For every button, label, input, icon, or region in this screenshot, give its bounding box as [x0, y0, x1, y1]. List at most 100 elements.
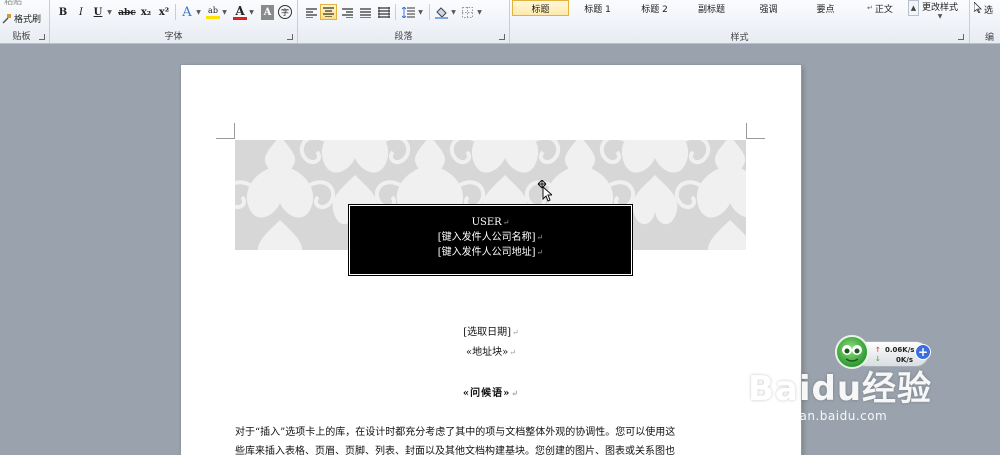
underline-dropdown[interactable]: ▼	[105, 5, 113, 20]
font-color-dropdown[interactable]: ▼	[247, 5, 255, 20]
plus-icon[interactable]: +	[915, 344, 931, 360]
style-emphasis[interactable]: 强调	[740, 0, 797, 16]
document-page[interactable]: USER↵ [键入发件人公司名称]↵ [键入发件人公司地址]↵ [选取日期]↵ …	[181, 65, 801, 455]
char-shading-button[interactable]: A	[261, 5, 274, 20]
ribbon: 粘贴 格式刷 贴板 B I U ▼ abc x₂ x² A ▼ ab ▼ A ▼…	[0, 0, 1000, 44]
select-label: 选	[984, 5, 994, 16]
align-right-icon	[342, 7, 353, 18]
select-button[interactable]: 选	[973, 1, 994, 16]
address-block-field[interactable]: «地址块»	[466, 347, 508, 358]
subscript-button[interactable]: x₂	[138, 5, 154, 20]
company-address-line: [键入发件人公司地址]↵	[350, 245, 631, 260]
italic-button[interactable]: I	[74, 5, 88, 20]
body-line: 些库来插入表格、页眉、页脚、列表、封面以及其他文档构建基块。您创建的图片、图表或…	[235, 446, 675, 455]
underline-button[interactable]: U	[92, 5, 104, 20]
company-address-placeholder[interactable]: [键入发件人公司地址]	[438, 247, 536, 258]
style-normal[interactable]: ↵ 正文	[854, 0, 906, 16]
style-normal-label: 正文	[874, 4, 893, 15]
baidu-jingyan-logo: Baidu经验	[748, 369, 933, 409]
paragraph-mark: ↵	[509, 348, 516, 357]
text-effects-dropdown[interactable]: ▼	[194, 5, 202, 20]
chevron-down-icon: ▼	[418, 9, 423, 16]
distributed-button[interactable]	[376, 5, 391, 20]
crop-mark	[746, 123, 765, 139]
font-color-button[interactable]: A	[233, 4, 247, 20]
borders-icon	[462, 7, 473, 18]
paragraph-group: ▼ ▼ ▼ 段落	[298, 0, 510, 43]
divider	[175, 4, 176, 20]
line-spacing-icon	[401, 7, 415, 18]
chevron-down-icon: ▼	[249, 9, 254, 16]
sender-name-line: USER↵	[350, 215, 631, 230]
align-center-icon	[323, 7, 334, 17]
highlight-dropdown[interactable]: ▼	[220, 5, 228, 20]
text-effects-button[interactable]: A	[180, 5, 194, 20]
line-spacing-dropdown[interactable]: ▼	[416, 5, 424, 20]
borders-dropdown[interactable]: ▼	[475, 5, 483, 20]
borders-button[interactable]	[460, 5, 475, 20]
clipboard-group: 粘贴 格式刷 贴板	[0, 0, 50, 43]
paint-bucket-icon	[435, 6, 448, 19]
shading-dropdown[interactable]: ▼	[449, 5, 457, 20]
format-painter-label: 格式刷	[14, 15, 42, 25]
paste-button-partial[interactable]: 粘贴	[4, 0, 22, 7]
align-left-icon	[306, 7, 317, 18]
address-block-line: «地址块»↵	[181, 343, 801, 358]
font-group: B I U ▼ abc x₂ x² A ▼ ab ▼ A ▼ A 字 字体	[50, 0, 298, 43]
superscript-button[interactable]: x²	[156, 5, 172, 20]
enclose-char-button[interactable]: 字	[278, 5, 292, 19]
change-styles-button[interactable]: 更改样式 ▼	[922, 0, 958, 20]
move-cursor-icon	[536, 179, 554, 205]
greeting-field[interactable]: «问候语»	[463, 388, 511, 399]
crop-mark	[216, 123, 235, 139]
upload-speed: 0.06K/s	[885, 346, 915, 354]
shading-button[interactable]	[434, 5, 449, 20]
align-center-button[interactable]	[320, 4, 337, 20]
body-paragraph[interactable]: 对于“插入”选项卡上的库，在设计时都充分考虑了其中的项与文档整体外观的协调性。您…	[235, 423, 747, 455]
font-group-label: 字体	[164, 32, 183, 42]
style-heading-1[interactable]: 标题 1	[569, 0, 626, 16]
strikethrough-button[interactable]: abc	[118, 5, 136, 20]
paragraph-mark: ↵	[511, 388, 520, 398]
highlight-button[interactable]: ab	[206, 5, 220, 19]
editing-group-label: 编辑	[985, 33, 995, 43]
paragraph-group-label: 段落	[394, 32, 413, 42]
body-line: 对于“插入”选项卡上的库，在设计时都充分考虑了其中的项与文档整体外观的协调性。您…	[235, 427, 676, 438]
format-painter-button[interactable]: 格式刷	[2, 12, 41, 25]
style-key-point[interactable]: 要点	[797, 0, 854, 16]
sender-name[interactable]: USER	[472, 217, 502, 228]
font-launcher-icon[interactable]	[287, 34, 293, 40]
pointer-icon	[973, 1, 982, 16]
align-right-button[interactable]	[340, 5, 355, 20]
divider	[395, 4, 396, 20]
paragraph-mark: ↵	[502, 218, 510, 227]
styles-gallery-scroll[interactable]: ▲	[908, 0, 919, 16]
return-mark-icon: ↵	[867, 4, 873, 12]
style-subtitle[interactable]: 副标题	[683, 0, 740, 16]
paragraph-launcher-icon[interactable]	[499, 34, 505, 40]
styles-launcher-icon[interactable]	[958, 34, 964, 40]
sender-address-box[interactable]: USER↵ [键入发件人公司名称]↵ [键入发件人公司地址]↵	[348, 204, 633, 276]
paintbrush-icon	[2, 13, 12, 24]
align-left-button[interactable]	[304, 5, 319, 20]
chevron-down-icon: ▼	[107, 9, 112, 16]
company-name-line: [键入发件人公司名称]↵	[350, 230, 631, 245]
chevron-down-icon: ▼	[451, 9, 456, 16]
paragraph-mark: ↵	[536, 248, 544, 257]
styles-group-label: 样式	[730, 33, 749, 43]
chevron-down-icon: ▼	[937, 13, 943, 20]
clipboard-launcher-icon[interactable]	[39, 34, 45, 40]
company-name-placeholder[interactable]: [键入发件人公司名称]	[438, 232, 536, 243]
date-placeholder[interactable]: [选取日期]	[463, 327, 511, 338]
justify-button[interactable]	[358, 5, 373, 20]
paragraph-mark: ↵	[536, 233, 544, 242]
line-spacing-button[interactable]	[400, 5, 416, 20]
upload-arrow-icon: ↑	[875, 346, 881, 354]
change-styles-label: 更改样式	[922, 3, 959, 13]
baidu-watermark: Baidu经验 jingyan.baidu.com	[748, 361, 933, 423]
date-line: [选取日期]↵	[181, 323, 801, 338]
greeting-line: «问候语»↵	[181, 384, 801, 399]
style-title[interactable]: 标题	[512, 0, 569, 16]
bold-button[interactable]: B	[56, 5, 70, 20]
style-heading-2[interactable]: 标题 2	[626, 0, 683, 16]
